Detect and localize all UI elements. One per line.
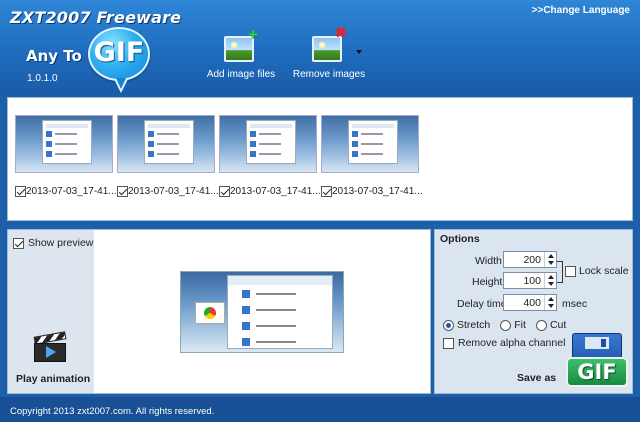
lock-scale-toggle[interactable]: Lock scale bbox=[565, 265, 629, 277]
fit-label: Fit bbox=[514, 319, 526, 331]
height-value: 100 bbox=[523, 275, 541, 287]
copyright-text: Copyright 2013 zxt2007.com. All rights r… bbox=[10, 406, 215, 417]
show-preview-toggle[interactable]: Show preview bbox=[13, 237, 93, 249]
gif-logo-tail bbox=[114, 78, 128, 93]
preview-panel: Show preview Play animation bbox=[7, 229, 431, 394]
delay-time-stepper[interactable]: 400 bbox=[503, 294, 557, 311]
show-preview-checkbox[interactable] bbox=[13, 237, 24, 249]
list-item[interactable]: 2013-07-03_17-41... bbox=[117, 115, 219, 197]
cut-label: Cut bbox=[549, 319, 567, 331]
app-title: ZXT2007 Freeware bbox=[10, 8, 182, 27]
thumbnail-label: 2013-07-03_17-41... bbox=[26, 186, 117, 197]
delay-time-value: 400 bbox=[523, 297, 541, 309]
gif-logo-text: GIF bbox=[93, 37, 145, 68]
options-title: Options bbox=[440, 233, 480, 245]
thumbnail-checkbox[interactable] bbox=[321, 186, 332, 197]
width-value: 200 bbox=[523, 254, 541, 266]
delay-unit-label: msec bbox=[562, 298, 588, 310]
delay-spin-arrows[interactable] bbox=[544, 295, 556, 310]
thumbnail-checkbox[interactable] bbox=[219, 186, 230, 197]
chevron-down-icon[interactable] bbox=[356, 50, 362, 54]
add-image-icon: + bbox=[224, 26, 258, 64]
resize-mode-group: Stretch Fit Cut bbox=[443, 319, 576, 331]
save-gif-badge: GIF bbox=[566, 357, 628, 387]
thumbnail-label: 2013-07-03_17-41... bbox=[230, 186, 321, 197]
remove-alpha-label: Remove alpha channel bbox=[458, 337, 566, 349]
brand-any-to: Any To bbox=[26, 47, 82, 65]
save-as-label[interactable]: Save as bbox=[517, 372, 556, 384]
change-language-link[interactable]: >>Change Language bbox=[532, 5, 630, 16]
add-image-files-label: Add image files bbox=[206, 69, 276, 80]
height-stepper[interactable]: 100 bbox=[503, 272, 557, 289]
remove-alpha-checkbox[interactable] bbox=[443, 337, 454, 349]
lock-bracket bbox=[557, 261, 563, 283]
thumbnail-checkbox[interactable] bbox=[117, 186, 128, 197]
width-label: Width bbox=[475, 255, 502, 267]
remove-images-label: Remove images bbox=[292, 69, 366, 80]
thumbnail-image[interactable] bbox=[15, 115, 113, 173]
cut-radio[interactable]: Cut bbox=[535, 319, 567, 331]
fit-radio[interactable]: Fit bbox=[500, 319, 526, 331]
play-animation-button[interactable]: Play animation bbox=[16, 373, 90, 385]
thumbnail-label: 2013-07-03_17-41... bbox=[128, 186, 219, 197]
thumbnail-label: 2013-07-03_17-41... bbox=[332, 186, 423, 197]
lock-scale-checkbox[interactable] bbox=[565, 265, 576, 277]
preview-image bbox=[180, 271, 344, 353]
clapperboard-play-icon[interactable] bbox=[33, 331, 67, 362]
stretch-radio[interactable]: Stretch bbox=[443, 319, 490, 331]
image-list-panel: 2013-07-03_17-41... 2013-07-03_17-41... bbox=[7, 97, 633, 221]
width-spin-arrows[interactable] bbox=[544, 252, 556, 267]
list-item[interactable]: 2013-07-03_17-41... bbox=[219, 115, 321, 197]
preview-sidebar: Show preview Play animation bbox=[8, 230, 94, 393]
delay-time-label: Delay time bbox=[457, 298, 507, 310]
lock-scale-label: Lock scale bbox=[579, 265, 629, 277]
list-item[interactable]: 2013-07-03_17-41... bbox=[321, 115, 423, 197]
stretch-label: Stretch bbox=[457, 319, 491, 331]
options-panel: Options Width 200 Height 100 Lock scale … bbox=[434, 229, 633, 394]
remove-alpha-toggle[interactable]: Remove alpha channel bbox=[443, 337, 565, 349]
status-bar: Copyright 2013 zxt2007.com. All rights r… bbox=[0, 397, 640, 422]
height-spin-arrows[interactable] bbox=[544, 273, 556, 288]
height-label: Height bbox=[472, 276, 503, 288]
show-preview-label: Show preview bbox=[28, 237, 94, 249]
remove-image-icon: ✖ bbox=[312, 26, 348, 64]
version-label: 1.0.1.0 bbox=[27, 73, 58, 84]
gif-logo: GIF bbox=[88, 27, 150, 81]
thumbnail-image[interactable] bbox=[219, 115, 317, 173]
save-gif-button[interactable]: GIF bbox=[566, 333, 628, 389]
thumbnail-image[interactable] bbox=[321, 115, 419, 173]
app-header: ZXT2007 Freeware Any To GIF 1.0.1.0 >>Ch… bbox=[0, 0, 640, 94]
thumbnail-checkbox[interactable] bbox=[15, 186, 26, 197]
thumbnail-image[interactable] bbox=[117, 115, 215, 173]
add-image-files-button[interactable]: + Add image files bbox=[196, 26, 286, 80]
remove-images-button[interactable]: ✖ Remove images bbox=[284, 26, 374, 81]
width-stepper[interactable]: 200 bbox=[503, 251, 557, 268]
list-item[interactable]: 2013-07-03_17-41... bbox=[15, 115, 117, 197]
